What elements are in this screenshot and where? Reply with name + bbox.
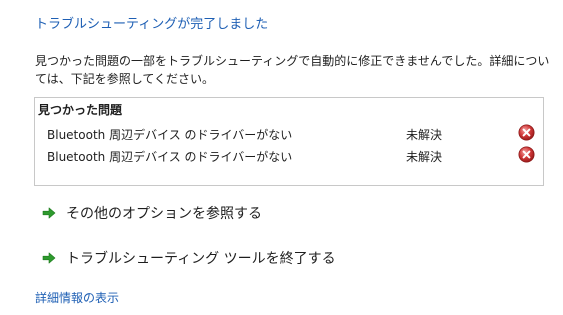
- problems-found-header: 見つかった問題: [38, 103, 123, 117]
- page-title: トラブルシューティングが完了しました: [35, 17, 269, 32]
- view-other-options-link[interactable]: その他のオプションを参照する: [42, 202, 262, 224]
- troubleshooter-result-page: トラブルシューティングが完了しました 見つかった問題の一部をトラブルシューティン…: [0, 0, 563, 315]
- error-icon: [518, 146, 535, 163]
- problems-found-box: 見つかった問題 Bluetooth 周辺デバイス のドライバーがない 未解決 B…: [34, 97, 544, 186]
- problem-name: Bluetooth 周辺デバイス のドライバーがない: [47, 150, 293, 164]
- error-icon: [518, 124, 535, 141]
- result-description: 見つかった問題の一部をトラブルシューティングで自動的に修正できませんでした。詳細…: [35, 54, 550, 86]
- close-troubleshooter-link[interactable]: トラブルシューティング ツールを終了する: [42, 247, 336, 269]
- problem-row: Bluetooth 周辺デバイス のドライバーがない 未解決: [35, 124, 543, 146]
- problem-status: 未解決: [406, 128, 443, 142]
- close-troubleshooter-label: トラブルシューティング ツールを終了する: [66, 251, 336, 267]
- problem-status: 未解決: [406, 150, 443, 164]
- problem-name: Bluetooth 周辺デバイス のドライバーがない: [47, 128, 293, 142]
- green-arrow-icon: [42, 207, 56, 219]
- view-details-link[interactable]: 詳細情報の表示: [35, 289, 119, 306]
- green-arrow-icon: [42, 252, 56, 264]
- problem-row: Bluetooth 周辺デバイス のドライバーがない 未解決: [35, 146, 543, 168]
- view-other-options-label: その他のオプションを参照する: [66, 206, 262, 222]
